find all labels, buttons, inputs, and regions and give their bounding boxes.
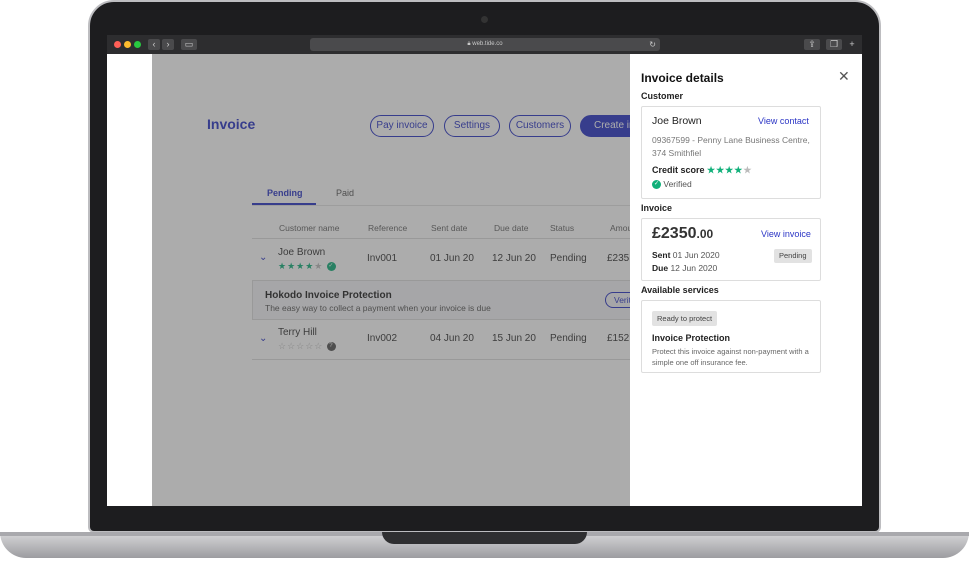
laptop-notch xyxy=(382,532,587,544)
sent-date: Sent 01 Jun 2020 xyxy=(652,250,720,260)
url-text: web.tide.co xyxy=(472,41,503,47)
service-card[interactable]: Ready to protect Invoice Protection Prot… xyxy=(641,300,821,373)
new-tab-icon[interactable]: + xyxy=(847,39,857,50)
amount-main: £2350 xyxy=(652,225,697,242)
service-description: Protect this invoice against non-payment… xyxy=(652,347,809,367)
due-value: 12 Jun 2020 xyxy=(670,263,718,273)
customer-section-label: Customer xyxy=(641,91,684,101)
sent-value: 01 Jun 2020 xyxy=(672,250,720,260)
page: Invoice Pay invoice Settings Customers C… xyxy=(107,54,862,506)
customer-card: Joe Brown View contact 09367599 - Penny … xyxy=(641,106,821,199)
credit-score-label: Credit score xyxy=(652,165,705,175)
verified-label: Verified xyxy=(663,179,692,189)
minimize-window-dot[interactable] xyxy=(124,41,131,48)
invoice-section-label: Invoice xyxy=(641,203,673,213)
due-label: Due xyxy=(652,263,669,273)
amount-cents: .00 xyxy=(696,227,714,241)
address-bar[interactable]: 🔒︎ web.tide.co ↻ xyxy=(310,38,660,51)
modal-backdrop[interactable] xyxy=(152,54,630,506)
screen: ‹ › ▭ 🔒︎ web.tide.co ↻ ⇪ ❐ + Invoice Pay… xyxy=(107,35,862,506)
view-contact-link[interactable]: View contact xyxy=(758,116,809,126)
share-icon[interactable]: ⇪ xyxy=(804,39,820,50)
close-icon[interactable]: ✕ xyxy=(838,68,850,85)
verified-status: ✓ Verified xyxy=(652,179,692,190)
star-icon: ★★★★ xyxy=(707,165,744,175)
invoice-card: £2350.00 View invoice Sent 01 Jun 2020 D… xyxy=(641,218,821,281)
forward-icon[interactable]: › xyxy=(162,39,174,50)
customer-name: Joe Brown xyxy=(652,115,702,127)
service-title: Invoice Protection xyxy=(652,333,731,343)
sidebar-icon[interactable]: ▭ xyxy=(181,39,197,50)
status-badge: Pending xyxy=(774,249,812,263)
reload-icon[interactable]: ↻ xyxy=(649,38,656,51)
tabs-icon[interactable]: ❐ xyxy=(826,39,842,50)
zoom-window-dot[interactable] xyxy=(134,41,141,48)
close-window-dot[interactable] xyxy=(114,41,121,48)
back-icon[interactable]: ‹ xyxy=(148,39,160,50)
services-section-label: Available services xyxy=(641,285,719,295)
browser-toolbar: ‹ › ▭ 🔒︎ web.tide.co ↻ ⇪ ❐ + xyxy=(107,35,862,54)
camera xyxy=(481,16,488,23)
customer-address: 09367599 - Penny Lane Business Centre, 3… xyxy=(652,135,810,158)
invoice-amount: £2350.00 xyxy=(652,225,713,243)
invoice-details-drawer: Invoice details ✕ Customer Joe Brown Vie… xyxy=(630,54,862,506)
drawer-title: Invoice details xyxy=(641,71,724,85)
credit-score: Credit score ★★★★★ xyxy=(652,165,751,176)
ready-to-protect-badge: Ready to protect xyxy=(652,311,718,326)
star-empty-icon: ★ xyxy=(743,165,752,175)
due-date: Due 12 Jun 2020 xyxy=(652,263,717,273)
view-invoice-link[interactable]: View invoice xyxy=(761,229,811,239)
sent-label: Sent xyxy=(652,250,671,260)
verified-check-icon: ✓ xyxy=(652,180,661,190)
